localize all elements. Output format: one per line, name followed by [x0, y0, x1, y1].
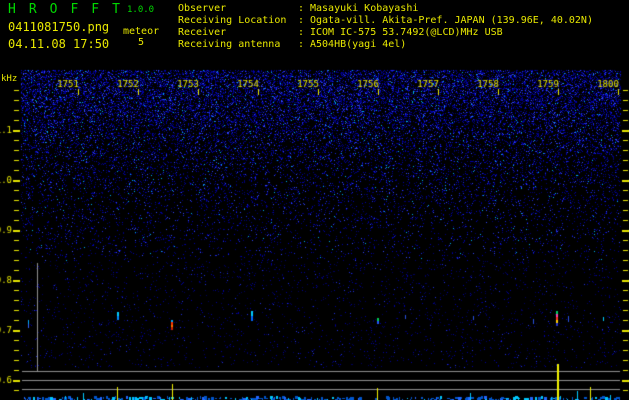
hrofft-output-screen: HROFFT 1.0.0 0411081750.png meteor 04.11…: [0, 0, 629, 400]
spectrogram-canvas: [0, 0, 629, 400]
